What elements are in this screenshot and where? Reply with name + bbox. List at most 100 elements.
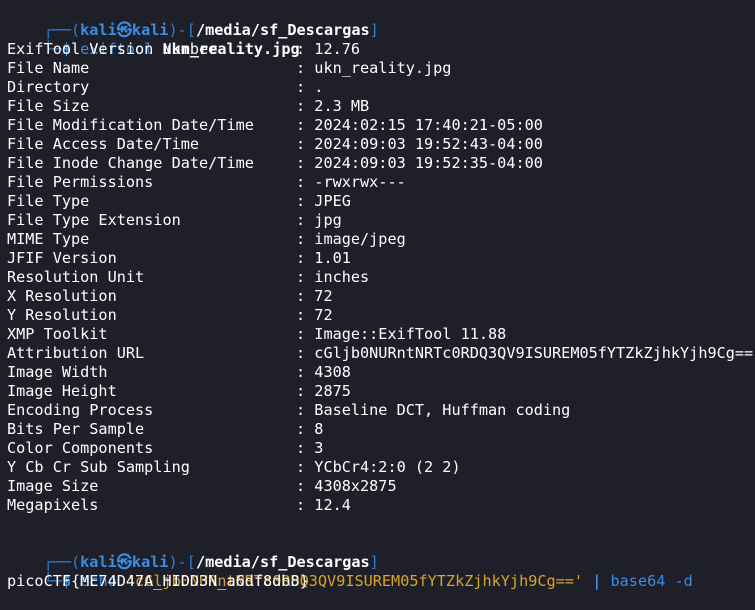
- exif-separator: :: [296, 78, 315, 96]
- prompt-bracket-open: )-[: [168, 21, 196, 39]
- exif-key: Resolution Unit: [7, 268, 145, 286]
- prompt-host: kali: [131, 21, 169, 39]
- exif-key: File Size: [7, 97, 90, 115]
- exif-value: Baseline DCT, Huffman coding: [314, 401, 571, 419]
- prompt-bracket-close: ]: [369, 553, 379, 571]
- exif-separator: :: [296, 154, 315, 172]
- exif-row: ExifTool Version Number: 12.76: [7, 40, 755, 59]
- exif-key: Bits Per Sample: [7, 420, 145, 438]
- prompt-corner-top: ┌──(: [43, 553, 81, 571]
- exif-key: Y Cb Cr Sub Sampling: [7, 458, 190, 476]
- exif-value: inches: [314, 268, 370, 286]
- exif-value: JPEG: [314, 192, 351, 210]
- exif-key: Color Components: [7, 439, 154, 457]
- exif-value: 72: [314, 287, 333, 305]
- exif-row: Image Height: 2875: [7, 382, 755, 401]
- exif-key: Attribution URL: [7, 344, 145, 362]
- prompt-path: /media/sf_Descargas: [195, 21, 370, 39]
- exif-key: MIME Type: [7, 230, 90, 248]
- exif-value: -rwxrwx---: [314, 173, 406, 191]
- exif-key: File Type: [7, 192, 90, 210]
- exif-separator: :: [296, 363, 315, 381]
- exif-key: File Name: [7, 59, 90, 77]
- exif-row: File Inode Change Date/Time: 2024:09:03 …: [7, 154, 755, 173]
- exif-row: File Access Date/Time: 2024:09:03 19:52:…: [7, 135, 755, 154]
- prompt-corner-top: ┌──(: [43, 21, 81, 39]
- prompt-user: kali: [80, 553, 117, 571]
- exif-value: ukn_reality.jpg: [314, 59, 452, 77]
- exif-row: File Modification Date/Time: 2024:02:15 …: [7, 116, 755, 135]
- exif-value: YCbCr4:2:0 (2 2): [314, 458, 461, 476]
- exif-key: JFIF Version: [7, 249, 117, 267]
- exif-row: File Size: 2.3 MB: [7, 97, 755, 116]
- exif-value: 2024:02:15 17:40:21-05:00: [314, 116, 543, 134]
- exif-row: Resolution Unit: inches: [7, 268, 755, 287]
- exif-key: ExifTool Version Number: [7, 40, 218, 58]
- exif-separator: :: [296, 287, 315, 305]
- command-pipe-target: base64 -d: [610, 572, 693, 590]
- exif-key: Image Size: [7, 477, 99, 495]
- prompt-at-symbol: ㉿: [116, 21, 132, 39]
- exif-row: Image Width: 4308: [7, 363, 755, 382]
- exif-row: File Name: ukn_reality.jpg: [7, 59, 755, 78]
- exif-value: 12.4: [314, 496, 351, 514]
- exif-separator: :: [296, 192, 315, 210]
- exif-key: Y Resolution: [7, 306, 117, 324]
- exif-value: 72: [314, 306, 333, 324]
- exif-value: Image::ExifTool 11.88: [314, 325, 507, 343]
- exif-key: Image Width: [7, 363, 108, 381]
- exif-key: XMP Toolkit: [7, 325, 108, 343]
- command-pipe: |: [583, 572, 611, 590]
- exif-value: 2024:09:03 19:52:43-04:00: [314, 135, 543, 153]
- exif-row: Y Resolution: 72: [7, 306, 755, 325]
- exif-row: File Permissions: -rwxrwx---: [7, 173, 755, 192]
- prompt-bracket-open: )-[: [168, 553, 196, 571]
- exif-separator: :: [296, 496, 315, 514]
- exif-key: Megapixels: [7, 496, 99, 514]
- exif-separator: :: [296, 477, 315, 495]
- exif-output: ExifTool Version Number: 12.76 File Name…: [7, 40, 755, 515]
- exif-value: 12.76: [314, 40, 361, 58]
- exif-key: Image Height: [7, 382, 117, 400]
- exif-separator: :: [296, 382, 315, 400]
- exif-separator: :: [296, 97, 315, 115]
- exif-separator: :: [296, 211, 315, 229]
- exif-value: 1.01: [314, 249, 351, 267]
- exif-key: X Resolution: [7, 287, 117, 305]
- exif-key: Encoding Process: [7, 401, 154, 419]
- exif-value: 2.3 MB: [314, 97, 370, 115]
- exif-row: Bits Per Sample: 8: [7, 420, 755, 439]
- exif-value: image/jpeg: [314, 230, 406, 248]
- prompt-bracket-close: ]: [369, 21, 379, 39]
- exif-separator: :: [296, 59, 315, 77]
- exif-separator: :: [296, 401, 315, 419]
- exif-separator: :: [296, 325, 315, 343]
- exif-separator: :: [296, 249, 315, 267]
- exif-key: File Access Date/Time: [7, 135, 200, 153]
- exif-row: File Type: JPEG: [7, 192, 755, 211]
- exif-value: 8: [314, 420, 324, 438]
- exif-row: File Type Extension: jpg: [7, 211, 755, 230]
- exif-separator: :: [296, 40, 315, 58]
- exif-row: Encoding Process: Baseline DCT, Huffman …: [7, 401, 755, 420]
- exif-row: Directory: .: [7, 78, 755, 97]
- exif-row: Y Cb Cr Sub Sampling: YCbCr4:2:0 (2 2): [7, 458, 755, 477]
- exif-value: cGljb0NURntNRTc0RDQ3QV9ISUREM05fYTZkZjhk…: [314, 344, 754, 362]
- exif-value: 4308: [314, 363, 351, 381]
- exif-row: Attribution URL: cGljb0NURntNRTc0RDQ3QV9…: [7, 344, 755, 363]
- prompt-host: kali: [131, 553, 169, 571]
- exif-row: Color Components: 3: [7, 439, 755, 458]
- prompt-header: ┌──(kali㉿kali)-[/media/sf_Descargas]: [7, 2, 755, 39]
- exif-key: File Type Extension: [7, 211, 181, 229]
- exif-key: Directory: [7, 78, 90, 96]
- exif-separator: :: [296, 230, 315, 248]
- exif-separator: :: [296, 439, 315, 457]
- exif-row: MIME Type: image/jpeg: [7, 230, 755, 249]
- prompt-at-symbol: ㉿: [116, 553, 132, 571]
- exif-row: X Resolution: 72: [7, 287, 755, 306]
- exif-separator: :: [296, 268, 315, 286]
- terminal-window[interactable]: ┌──(kali㉿kali)-[/media/sf_Descargas] └─$…: [0, 0, 755, 608]
- exif-value: 4308x2875: [314, 477, 397, 495]
- exif-value: 2875: [314, 382, 351, 400]
